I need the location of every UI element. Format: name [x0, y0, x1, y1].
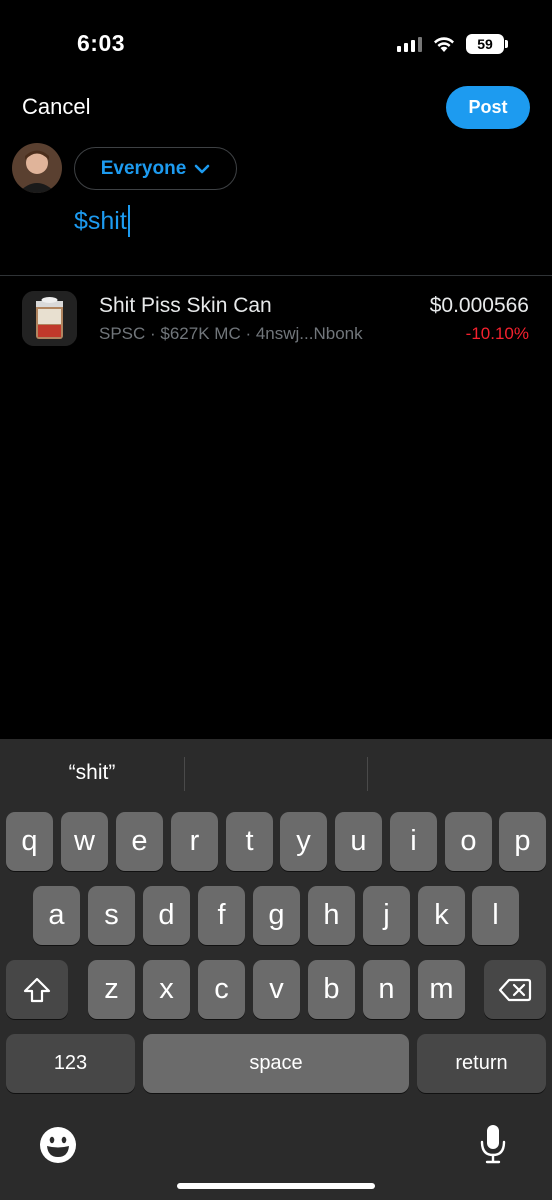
- key-k[interactable]: k: [418, 886, 465, 945]
- key-j[interactable]: j: [363, 886, 410, 945]
- token-price: $0.000566: [429, 294, 529, 317]
- prediction-3[interactable]: [368, 753, 552, 793]
- status-time: 6:03: [77, 30, 126, 56]
- key-q[interactable]: q: [6, 812, 53, 871]
- numbers-key[interactable]: 123: [6, 1034, 135, 1093]
- key-w[interactable]: w: [61, 812, 108, 871]
- key-c[interactable]: c: [198, 960, 245, 1019]
- key-v[interactable]: v: [253, 960, 300, 1019]
- token-meta: SPSC · $627K MC · 4nswj...Nbonk: [99, 324, 363, 343]
- status-bar: 6:03 59: [0, 0, 552, 90]
- audience-label: Everyone: [100, 157, 187, 179]
- status-icons: 59: [397, 34, 508, 54]
- post-text-input[interactable]: $shit: [74, 205, 130, 237]
- shift-key[interactable]: [6, 960, 68, 1019]
- token-suggestion-row[interactable]: Shit Piss Skin Can SPSC · $627K MC · 4ns…: [0, 276, 552, 354]
- token-name: Shit Piss Skin Can: [99, 294, 272, 317]
- key-p[interactable]: p: [499, 812, 546, 871]
- key-b[interactable]: b: [308, 960, 355, 1019]
- cellular-signal-icon: [397, 36, 422, 52]
- microphone-icon[interactable]: [479, 1123, 507, 1165]
- key-d[interactable]: d: [143, 886, 190, 945]
- audience-selector[interactable]: Everyone: [74, 147, 237, 190]
- key-g[interactable]: g: [253, 886, 300, 945]
- key-s[interactable]: s: [88, 886, 135, 945]
- key-n[interactable]: n: [363, 960, 410, 1019]
- chevron-down-icon: [194, 164, 210, 173]
- keyboard: “shit” q w e r t y u i o p a s d f g h j…: [0, 739, 552, 1200]
- key-f[interactable]: f: [198, 886, 245, 945]
- avatar[interactable]: [12, 143, 62, 193]
- battery-icon: 59: [466, 34, 508, 54]
- emoji-icon[interactable]: [39, 1126, 77, 1164]
- key-t[interactable]: t: [226, 812, 273, 871]
- key-l[interactable]: l: [472, 886, 519, 945]
- text-cursor: [127, 205, 130, 237]
- post-button[interactable]: Post: [446, 86, 530, 129]
- prediction-1[interactable]: “shit”: [0, 753, 184, 793]
- cancel-button[interactable]: Cancel: [22, 94, 90, 120]
- home-indicator[interactable]: [177, 1183, 375, 1189]
- return-key[interactable]: return: [417, 1034, 546, 1093]
- key-e[interactable]: e: [116, 812, 163, 871]
- prediction-2[interactable]: [185, 753, 367, 793]
- key-a[interactable]: a: [33, 886, 80, 945]
- key-u[interactable]: u: [335, 812, 382, 871]
- backspace-icon: [498, 978, 532, 1001]
- cashtag-text: $shit: [74, 206, 127, 235]
- key-i[interactable]: i: [390, 812, 437, 871]
- wifi-icon: [434, 37, 454, 52]
- key-m[interactable]: m: [418, 960, 465, 1019]
- key-x[interactable]: x: [143, 960, 190, 1019]
- key-z[interactable]: z: [88, 960, 135, 1019]
- token-change: -10.10%: [465, 324, 529, 343]
- key-h[interactable]: h: [308, 886, 355, 945]
- backspace-key[interactable]: [484, 960, 546, 1019]
- key-r[interactable]: r: [171, 812, 218, 871]
- key-y[interactable]: y: [280, 812, 327, 871]
- token-logo: [22, 291, 77, 346]
- space-key[interactable]: space: [143, 1034, 409, 1093]
- shift-icon: [23, 977, 51, 1002]
- prediction-bar: “shit”: [0, 739, 552, 807]
- key-o[interactable]: o: [445, 812, 492, 871]
